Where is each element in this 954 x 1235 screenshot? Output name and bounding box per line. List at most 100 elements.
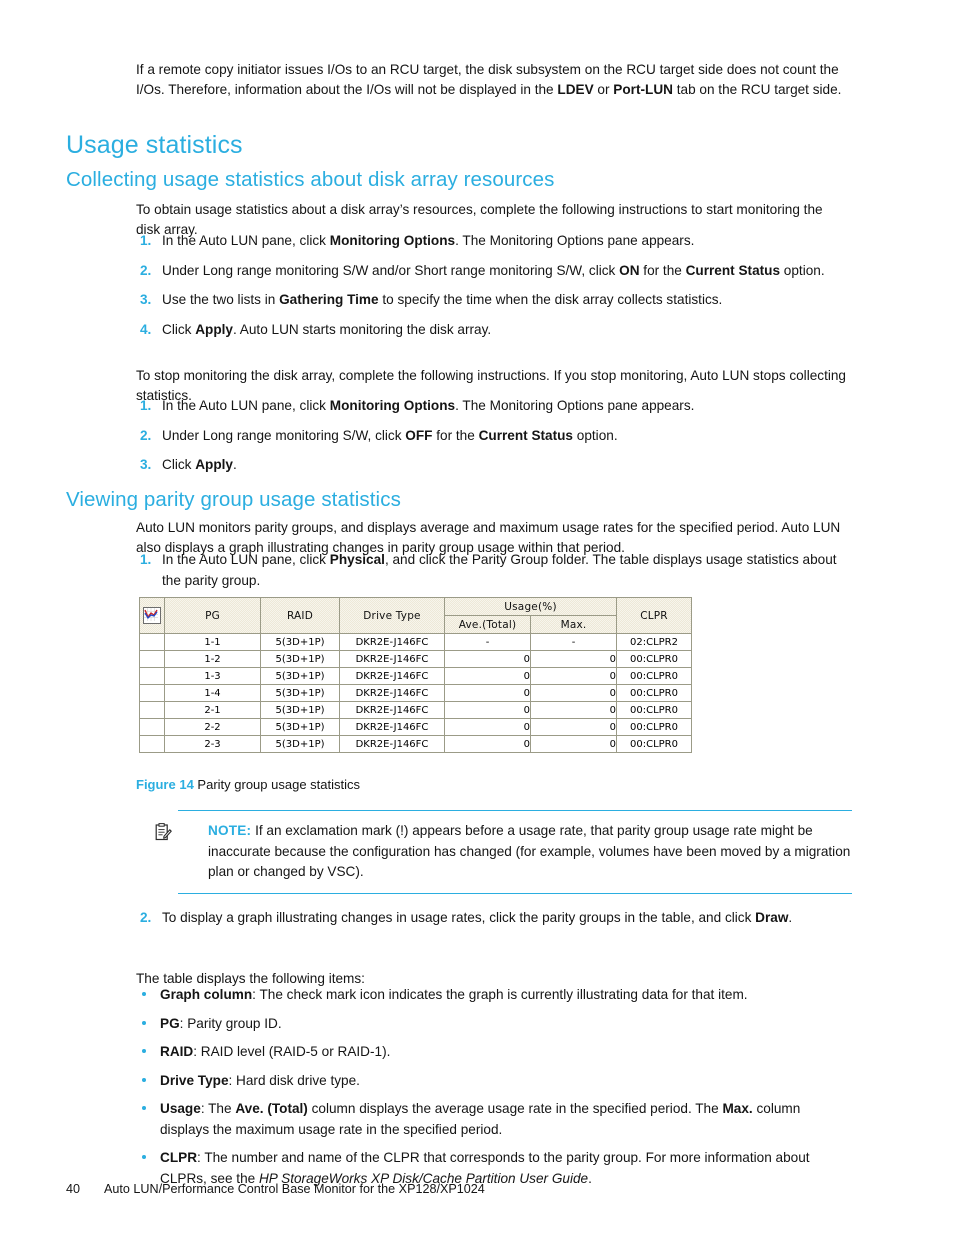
- bullet-text: : The check mark icon indicates the grap…: [252, 987, 748, 1002]
- step-number: 2.: [140, 910, 152, 925]
- cell-graph[interactable]: [139, 701, 165, 719]
- header-raid[interactable]: RAID: [260, 597, 340, 634]
- cell-pg: 1-2: [164, 650, 261, 668]
- cell-drive-type: DKR2E-J146FC: [339, 684, 445, 702]
- figure-caption-text: Parity group usage statistics: [197, 777, 360, 792]
- step-text-post: .: [788, 910, 793, 925]
- bullet-dot-icon: [142, 1155, 146, 1159]
- table-row[interactable]: 2-2 5(3D+1P) DKR2E-J146FC 0 0 00:CLPR0: [139, 718, 692, 736]
- cell-ave-total: 0: [444, 650, 531, 668]
- step-number: 1.: [140, 398, 152, 413]
- bullet-text-mid: column displays the average usage rate i…: [307, 1101, 723, 1116]
- table-header: PG RAID Drive Type Usage(%) CLPR Ave.(To…: [139, 597, 692, 634]
- table-row[interactable]: 2-1 5(3D+1P) DKR2E-J146FC 0 0 00:CLPR0: [139, 701, 692, 719]
- cell-graph[interactable]: [139, 735, 165, 753]
- list-item: 1. In the Auto LUN pane, click Monitoring…: [136, 231, 852, 252]
- header-clpr[interactable]: CLPR: [616, 597, 692, 634]
- step-text: Under Long range monitoring S/W and/or S…: [162, 262, 620, 278]
- parity-group-usage-table: PG RAID Drive Type Usage(%) CLPR Ave.(To…: [139, 597, 692, 753]
- bullet-term: CLPR: [160, 1150, 198, 1165]
- cell-raid: 5(3D+1P): [260, 735, 340, 753]
- cell-raid: 5(3D+1P): [260, 667, 340, 685]
- table-row[interactable]: 1-4 5(3D+1P) DKR2E-J146FC 0 0 00:CLPR0: [139, 684, 692, 702]
- header-ave-total[interactable]: Ave.(Total): [444, 615, 531, 634]
- figure-label: Figure 14: [136, 777, 194, 792]
- cell-drive-type: DKR2E-J146FC: [339, 633, 445, 651]
- cell-pg: 2-2: [164, 718, 261, 736]
- cell-graph[interactable]: [139, 650, 165, 668]
- note-icon-svg: [155, 823, 172, 841]
- intro-text-mid: or: [593, 82, 614, 98]
- cell-ave-total: -: [444, 633, 531, 651]
- step-bold: Apply: [195, 457, 233, 472]
- cell-drive-type: DKR2E-J146FC: [339, 701, 445, 719]
- step-text-post: . The Monitoring Options pane appears.: [455, 233, 695, 248]
- header-pg[interactable]: PG: [164, 597, 261, 634]
- list-item: 2. Under Long range monitoring S/W and/or…: [136, 261, 852, 282]
- step-text: In the Auto LUN pane, click: [162, 233, 330, 248]
- table-row[interactable]: 1-1 5(3D+1P) DKR2E-J146FC - - 02:CLPR2: [139, 633, 692, 651]
- cell-max: 0: [530, 701, 617, 719]
- step-number: 4.: [140, 321, 152, 337]
- step-text: In the Auto LUN pane, click: [162, 552, 330, 567]
- list-item: 3. Use the two lists in Gathering Time to…: [136, 290, 852, 311]
- cell-clpr: 02:CLPR2: [616, 633, 692, 651]
- cell-drive-type: DKR2E-J146FC: [339, 735, 445, 753]
- cell-ave-total: 0: [444, 718, 531, 736]
- bullet-text-pre: : The: [200, 1101, 236, 1116]
- bullet-term: Graph column: [160, 987, 253, 1002]
- note-box: NOTE: If an exclamation mark (!) appears…: [155, 810, 852, 894]
- header-drive-type[interactable]: Drive Type: [339, 597, 445, 634]
- cell-raid: 5(3D+1P): [260, 650, 340, 668]
- cell-clpr: 00:CLPR0: [616, 667, 692, 685]
- cell-graph[interactable]: [139, 684, 165, 702]
- list-item: 2. To display a graph illustrating change…: [136, 908, 852, 929]
- cell-max: 0: [530, 667, 617, 685]
- step-bold-2: Current Status: [685, 262, 781, 278]
- cell-raid: 5(3D+1P): [260, 701, 340, 719]
- heading-collecting-usage-statistics: Collecting usage statistics about disk a…: [66, 168, 555, 191]
- step-bold: Monitoring Options: [329, 233, 456, 248]
- table-row[interactable]: 2-3 5(3D+1P) DKR2E-J146FC 0 0 00:CLPR0: [139, 735, 692, 753]
- bullet-term: PG: [160, 1015, 180, 1031]
- note-bottom-rule: [178, 892, 852, 894]
- cell-drive-type: DKR2E-J146FC: [339, 667, 445, 685]
- cell-clpr: 00:CLPR0: [616, 684, 692, 702]
- step-text-post: . The Monitoring Options pane appears.: [455, 398, 695, 413]
- bullet-text: : RAID level (RAID-5 or RAID-1).: [193, 1044, 391, 1059]
- note-body: NOTE: If an exclamation mark (!) appears…: [155, 811, 852, 893]
- list-item: Usage: The Ave. (Total) column displays …: [136, 1099, 852, 1140]
- step-bold: Draw: [755, 910, 789, 925]
- cell-graph[interactable]: [139, 718, 165, 736]
- cell-max: -: [530, 633, 617, 651]
- list-item: 1. In the Auto LUN pane, click Monitoring…: [136, 396, 852, 417]
- cell-max: 0: [530, 718, 617, 736]
- step-text: Click: [162, 321, 196, 337]
- step-text-post: option.: [780, 262, 825, 278]
- cell-graph[interactable]: [139, 667, 165, 685]
- step-bold: Apply: [195, 321, 233, 337]
- cell-max: 0: [530, 650, 617, 668]
- step-number: 3.: [140, 457, 152, 472]
- list-item: 2. Under Long range monitoring S/W, click…: [136, 426, 852, 447]
- table-row[interactable]: 1-3 5(3D+1P) DKR2E-J146FC 0 0 00:CLPR0: [139, 667, 692, 685]
- footer-page-number: 40: [66, 1182, 81, 1196]
- step-text-post: .: [233, 457, 237, 472]
- step-text-mid: for the: [639, 262, 686, 278]
- list-item: RAID: RAID level (RAID-5 or RAID-1).: [136, 1042, 852, 1063]
- list-item: Drive Type: Hard disk drive type.: [136, 1071, 852, 1092]
- header-max[interactable]: Max.: [530, 615, 617, 634]
- cell-pg: 1-4: [164, 684, 261, 702]
- graph-icon-svg: [144, 608, 158, 621]
- step-bold: Physical: [329, 552, 385, 567]
- table-row[interactable]: 1-2 5(3D+1P) DKR2E-J146FC 0 0 00:CLPR0: [139, 650, 692, 668]
- graph-column-icon[interactable]: [143, 607, 161, 624]
- header-graph-column[interactable]: [139, 597, 165, 634]
- cell-max: 0: [530, 684, 617, 702]
- bullet-dot-icon: [142, 992, 146, 996]
- table-body: 1-1 5(3D+1P) DKR2E-J146FC - - 02:CLPR2 1…: [139, 633, 692, 753]
- bullet-text: : Hard disk drive type.: [228, 1072, 360, 1088]
- cell-graph[interactable]: [139, 633, 165, 651]
- cell-max: 0: [530, 735, 617, 753]
- bullet-dot-icon: [142, 1020, 146, 1025]
